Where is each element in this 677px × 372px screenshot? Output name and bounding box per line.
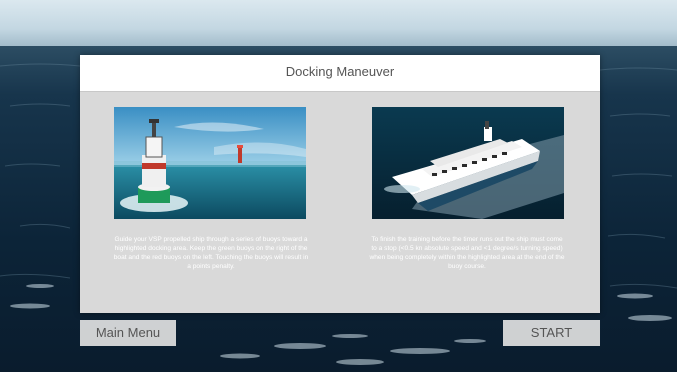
main-menu-button[interactable]: Main Menu [80, 320, 176, 346]
right-instructions-text: To finish the training before the timer … [369, 236, 565, 270]
docking-maneuver-dialog: Docking Maneuver Guide your VSP propelle… [80, 55, 600, 313]
dialog-title: Docking Maneuver [285, 64, 395, 79]
start-button[interactable]: START [503, 320, 600, 346]
left-instructions-text: Guide your VSP propelled ship through a … [113, 236, 309, 270]
ferry-docking-image [372, 107, 564, 219]
buoy-scene-image [114, 107, 306, 219]
game-scene: Docking Maneuver Guide your VSP propelle… [0, 0, 677, 372]
sky-background [0, 0, 677, 48]
dialog-header: Docking Maneuver [80, 55, 600, 92]
